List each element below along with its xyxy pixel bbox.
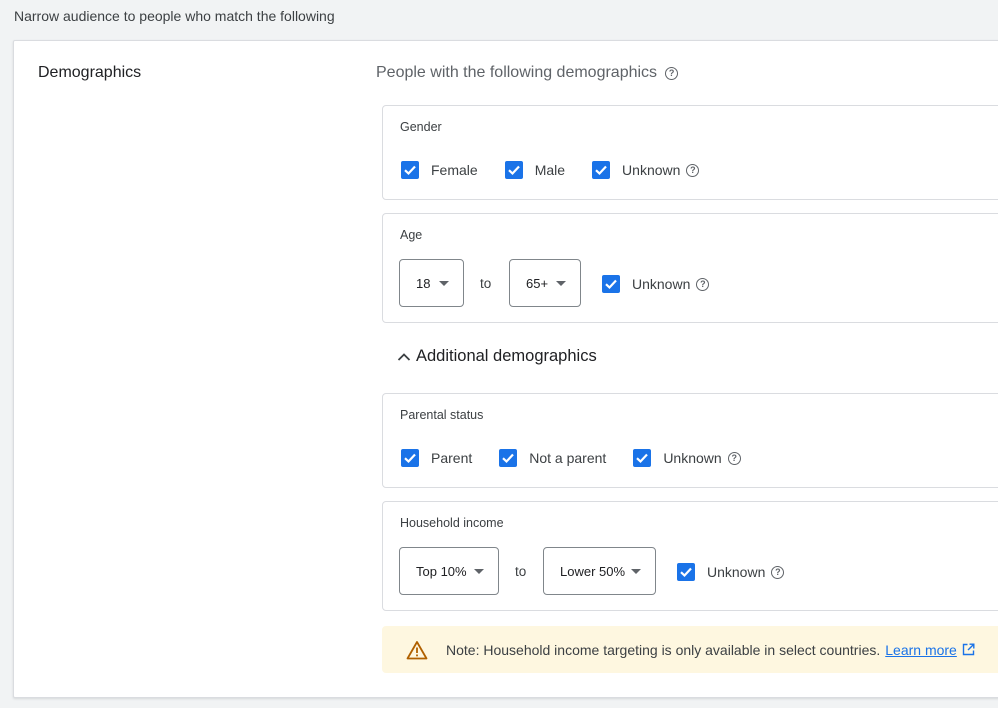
gender-box: Gender Female Male Unknown ? <box>382 105 998 200</box>
learn-more-link[interactable]: Learn more <box>885 642 957 658</box>
dropdown-arrow-icon <box>631 569 641 574</box>
age-from-select[interactable]: 18 <box>399 259 464 307</box>
checkbox-checked-icon[interactable] <box>504 161 523 179</box>
audience-intro-text: Narrow audience to people who match the … <box>14 8 335 24</box>
gender-options: Female Male Unknown ? <box>401 161 726 179</box>
household-income-box: Household income Top 10% to Lower 50% Un… <box>382 501 998 611</box>
age-to-label: to <box>480 276 492 291</box>
additional-demographics-title: Additional demographics <box>416 347 597 365</box>
parental-unknown-label: Unknown <box>663 450 722 466</box>
checkbox-checked-icon[interactable] <box>633 449 652 467</box>
gender-unknown-option[interactable]: Unknown ? <box>592 161 700 179</box>
help-icon[interactable]: ? <box>686 163 700 177</box>
income-to-label: to <box>515 564 527 579</box>
checkbox-checked-icon[interactable] <box>592 161 611 179</box>
checkbox-checked-icon[interactable] <box>401 449 419 467</box>
help-icon[interactable]: ? <box>727 451 741 465</box>
gender-label: Gender <box>400 120 442 134</box>
warning-icon <box>406 640 428 659</box>
income-note-banner: Note: Household income targeting is only… <box>382 626 998 673</box>
income-from-select[interactable]: Top 10% <box>399 547 499 595</box>
age-unknown-label: Unknown <box>632 276 691 292</box>
income-unknown-label: Unknown <box>707 564 766 580</box>
checkbox-checked-icon[interactable] <box>677 563 695 581</box>
age-box: Age 18 to 65+ Unknown ? <box>382 213 998 323</box>
income-unknown-option[interactable]: Unknown ? <box>677 563 785 581</box>
checkbox-checked-icon[interactable] <box>401 161 419 179</box>
chevron-up-icon <box>397 352 411 361</box>
help-icon[interactable]: ? <box>696 277 710 291</box>
parental-not-parent-option[interactable]: Not a parent <box>499 449 606 467</box>
checkbox-checked-icon[interactable] <box>602 275 620 293</box>
age-from-value: 18 <box>416 275 431 291</box>
age-unknown-row: Unknown ? <box>602 275 736 293</box>
help-icon[interactable]: ? <box>665 66 679 80</box>
parental-options: Parent Not a parent Unknown ? <box>401 449 768 467</box>
gender-unknown-label: Unknown <box>622 162 681 178</box>
age-to-select[interactable]: 65+ <box>509 259 581 307</box>
income-from-value: Top 10% <box>416 563 467 579</box>
help-icon[interactable]: ? <box>771 565 785 579</box>
income-unknown-row: Unknown ? <box>677 563 811 581</box>
checkbox-checked-icon[interactable] <box>499 449 518 467</box>
dropdown-arrow-icon <box>439 281 449 286</box>
dropdown-arrow-icon <box>556 281 566 286</box>
demographics-card: Demographics People with the following d… <box>13 40 998 698</box>
parental-parent-label: Parent <box>431 450 473 466</box>
age-label: Age <box>400 228 423 242</box>
additional-demographics-toggle[interactable]: Additional demographics <box>396 347 597 366</box>
income-to-select[interactable]: Lower 50% <box>543 547 656 595</box>
parental-unknown-option[interactable]: Unknown ? <box>633 449 741 467</box>
parental-status-box: Parental status Parent Not a parent Unkn… <box>382 393 998 488</box>
parental-parent-option[interactable]: Parent <box>401 449 472 467</box>
external-link-icon[interactable] <box>962 643 975 656</box>
parental-not-parent-label: Not a parent <box>529 450 607 466</box>
income-to-value: Lower 50% <box>560 563 626 579</box>
age-to-value: 65+ <box>526 275 549 291</box>
household-income-label: Household income <box>400 516 504 530</box>
dropdown-arrow-icon <box>474 569 484 574</box>
gender-female-option[interactable]: Female <box>401 161 478 179</box>
age-unknown-option[interactable]: Unknown ? <box>602 275 710 293</box>
gender-male-label: Male <box>534 162 566 178</box>
section-title: Demographics <box>38 64 142 81</box>
parental-status-label: Parental status <box>400 408 484 422</box>
demographics-heading-text: People with the following demographics <box>376 64 658 81</box>
gender-male-option[interactable]: Male <box>504 161 566 179</box>
demographics-heading: People with the following demographics ? <box>376 64 679 82</box>
note-text: Note: Household income targeting is only… <box>446 641 881 658</box>
gender-female-label: Female <box>431 162 478 178</box>
